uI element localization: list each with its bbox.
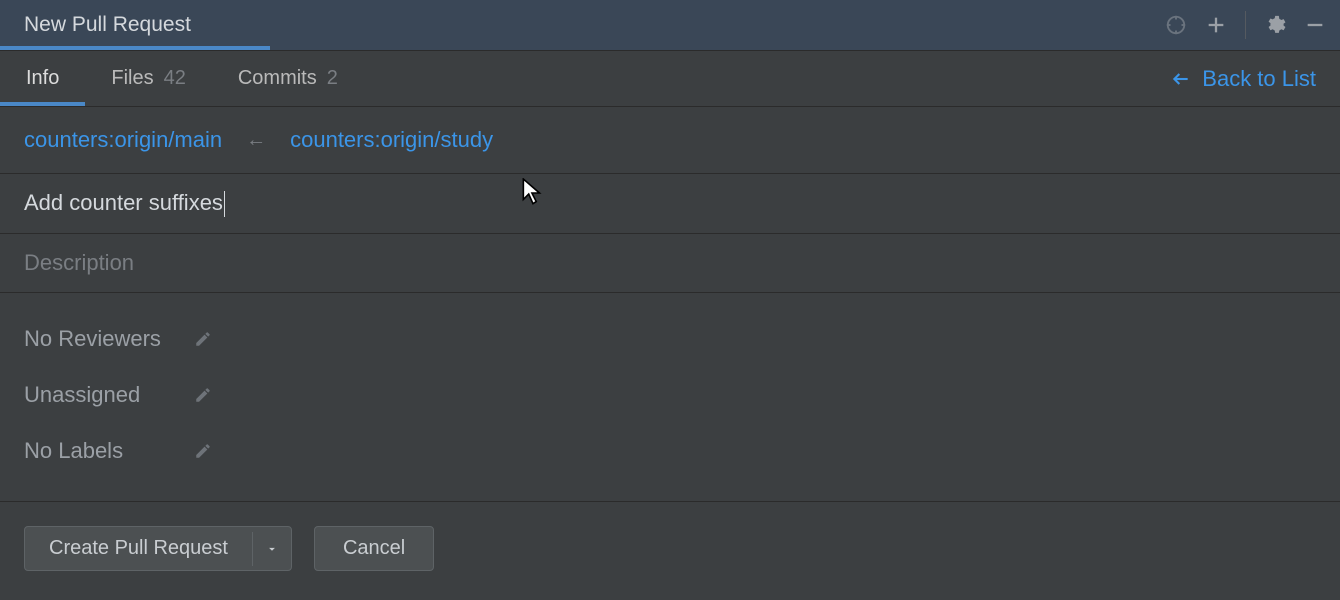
pr-title-value: Add counter suffixes: [24, 190, 223, 215]
reviewers-label: No Reviewers: [24, 326, 174, 352]
tab-label: Files: [111, 67, 153, 90]
head-branch[interactable]: counters:origin/study: [290, 127, 493, 153]
back-link-label: Back to List: [1202, 66, 1316, 92]
base-branch[interactable]: counters:origin/main: [24, 127, 222, 153]
arrow-left-icon: [1170, 69, 1192, 89]
labels-label: No Labels: [24, 438, 174, 464]
pr-title-input[interactable]: Add counter suffixes: [24, 190, 225, 215]
target-icon[interactable]: [1165, 14, 1187, 36]
cancel-button[interactable]: Cancel: [314, 526, 434, 571]
chevron-down-icon: [265, 542, 279, 556]
create-pr-button[interactable]: Create Pull Request: [24, 526, 292, 571]
pencil-icon[interactable]: [192, 442, 214, 460]
back-to-list-link[interactable]: Back to List: [1170, 66, 1316, 92]
text-caret: [224, 191, 225, 217]
page-title: New Pull Request: [24, 13, 191, 37]
tab-label: Info: [26, 67, 59, 90]
minimize-icon[interactable]: [1304, 14, 1326, 36]
tabs: Info Files 42 Commits 2: [0, 51, 364, 106]
tab-count: 42: [164, 67, 186, 90]
create-pr-label: Create Pull Request: [25, 527, 252, 570]
assignee-label: Unassigned: [24, 382, 174, 408]
tab-info[interactable]: Info: [0, 51, 85, 106]
tab-files[interactable]: Files 42: [85, 51, 211, 106]
tab-count: 2: [327, 67, 338, 90]
divider: [1245, 11, 1246, 39]
gear-icon[interactable]: [1264, 14, 1286, 36]
pencil-icon[interactable]: [192, 386, 214, 404]
tab-label: Commits: [238, 67, 317, 90]
arrow-left-icon: ←: [246, 129, 266, 152]
plus-icon[interactable]: [1205, 14, 1227, 36]
cancel-label: Cancel: [343, 537, 405, 560]
tab-commits[interactable]: Commits 2: [212, 51, 364, 106]
description-placeholder: Description: [24, 250, 134, 275]
pencil-icon[interactable]: [192, 330, 214, 348]
pr-description-input[interactable]: Description: [0, 234, 1340, 293]
create-pr-dropdown[interactable]: [252, 532, 291, 566]
